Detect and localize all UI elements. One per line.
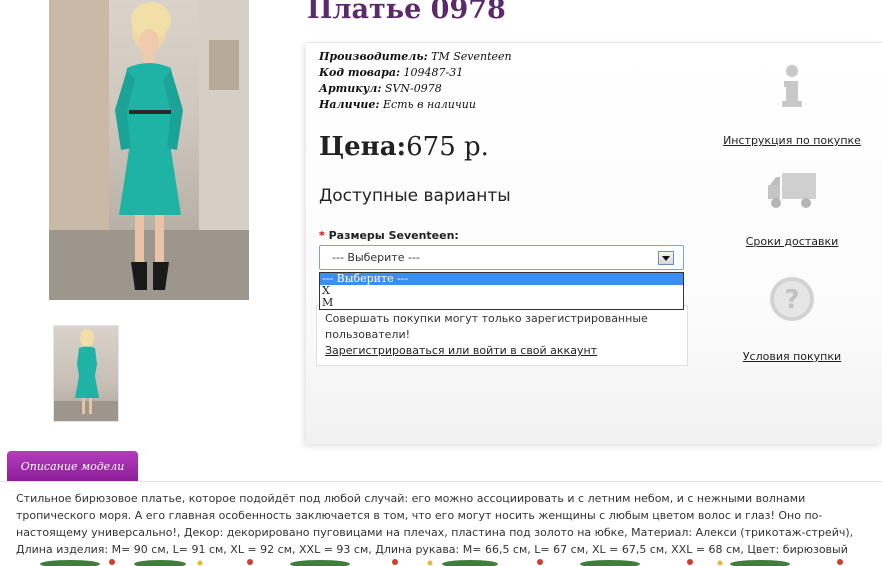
price-label: Цена: [319,132,407,162]
delivery-block: Сроки доставки [716,171,868,248]
chevron-down-icon[interactable] [658,251,674,265]
instruction-link[interactable]: Инструкция по покупке [716,134,868,147]
register-login-link[interactable]: Зарегистрироваться или войти в свой акка… [325,343,680,359]
login-notice: Совершать покупки могут только зарегистр… [316,305,688,366]
spec-value: SVN-0978 [381,82,442,95]
product-thumbnail[interactable] [53,325,119,422]
size-select-value: --- Выберите --- [332,251,420,264]
spec-value: Есть в наличии [379,98,476,111]
spec-availability: Наличие: Есть в наличии [319,98,476,111]
delivery-link[interactable]: Сроки доставки [716,235,868,248]
svg-text:?: ? [784,285,799,315]
spec-label: Производитель: [319,50,428,63]
question-icon: ? [770,277,814,321]
options-heading: Доступные варианты [319,186,511,206]
spec-label: Наличие: [319,98,380,111]
tab-description[interactable]: Описание модели [7,451,138,482]
size-select[interactable]: --- Выберите --- [319,245,684,270]
product-price: Цена:675 р. [319,132,489,162]
truck-icon [768,173,816,208]
required-mark: * [319,229,329,242]
spec-label: Код товара: [319,66,401,79]
product-main-image[interactable] [49,0,249,300]
size-option-m[interactable]: M [320,297,683,309]
login-notice-text: Совершать покупки могут только зарегистр… [325,312,648,341]
product-info-panel: Производитель: TM Seventeen Код товара: … [306,42,882,444]
dress-photo-icon [49,0,249,300]
spec-value: TM Seventeen [427,50,512,63]
info-icon [782,65,802,107]
spec-manufacturer: Производитель: TM Seventeen [319,50,512,63]
price-value: 675 р. [406,132,489,162]
product-description: Стильное бирюзовое платье, которое подой… [16,492,854,556]
dress-thumbnail-icon [54,329,118,421]
product-title: Платье 0978 [307,0,506,25]
spec-product-code: Код товара: 109487-31 [319,66,463,79]
conditions-link[interactable]: Условия покупки [716,350,868,363]
garland-decoration-icon [40,559,843,566]
spec-value: 109487-31 [400,66,464,79]
size-dropdown-list[interactable]: --- Выберите --- X M [319,272,684,310]
spec-label: Артикул: [319,82,382,95]
tab-divider [0,481,882,482]
instruction-block: Инструкция по покупке [716,63,868,147]
spec-article: Артикул: SVN-0978 [319,82,442,95]
size-option-default[interactable]: --- Выберите --- [320,273,683,285]
size-label-text: Размеры Seventeen: [328,229,459,242]
size-label: * Размеры Seventeen: [319,229,459,242]
conditions-block: ? Условия покупки [716,276,868,363]
size-option-x[interactable]: X [320,285,683,297]
